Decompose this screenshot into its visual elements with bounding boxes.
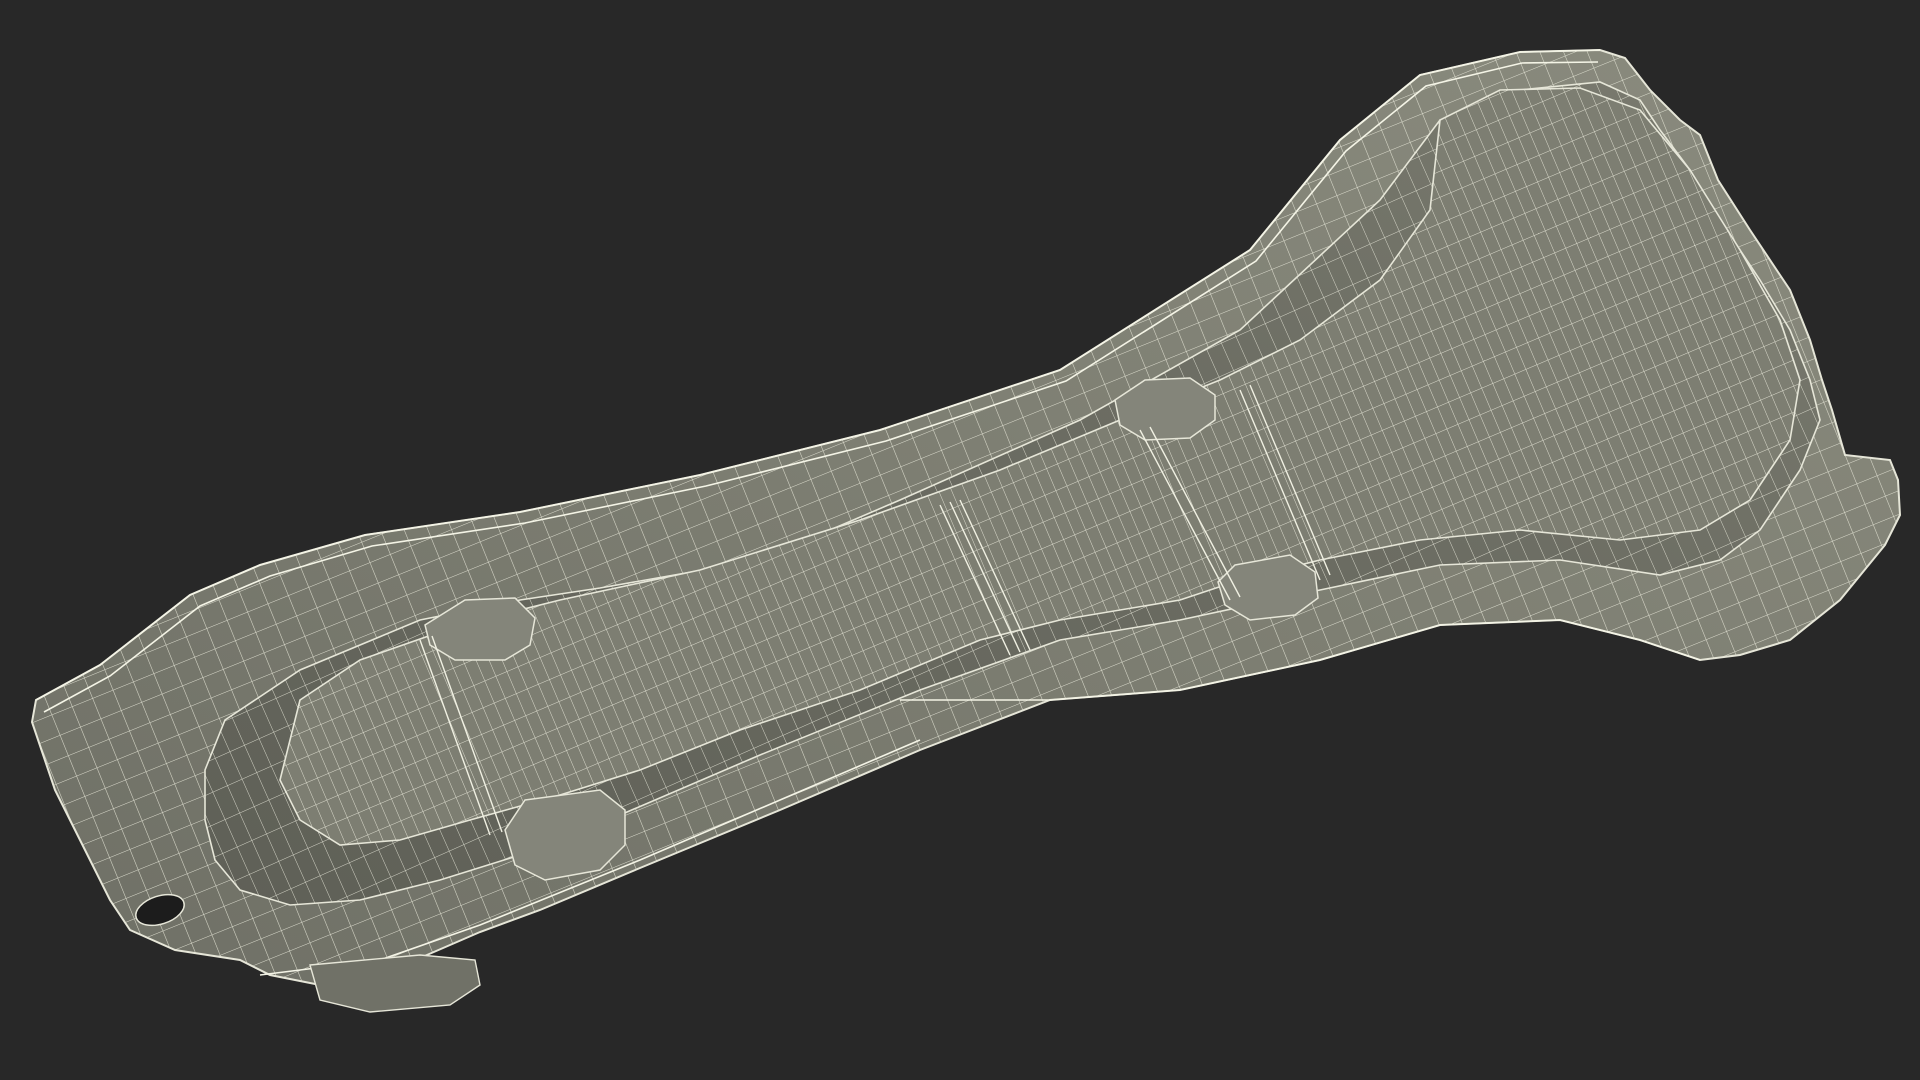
wireframe-model-render bbox=[30, 48, 1902, 1013]
render-viewport bbox=[0, 0, 1920, 1080]
model-bottom-foot bbox=[309, 954, 481, 1013]
